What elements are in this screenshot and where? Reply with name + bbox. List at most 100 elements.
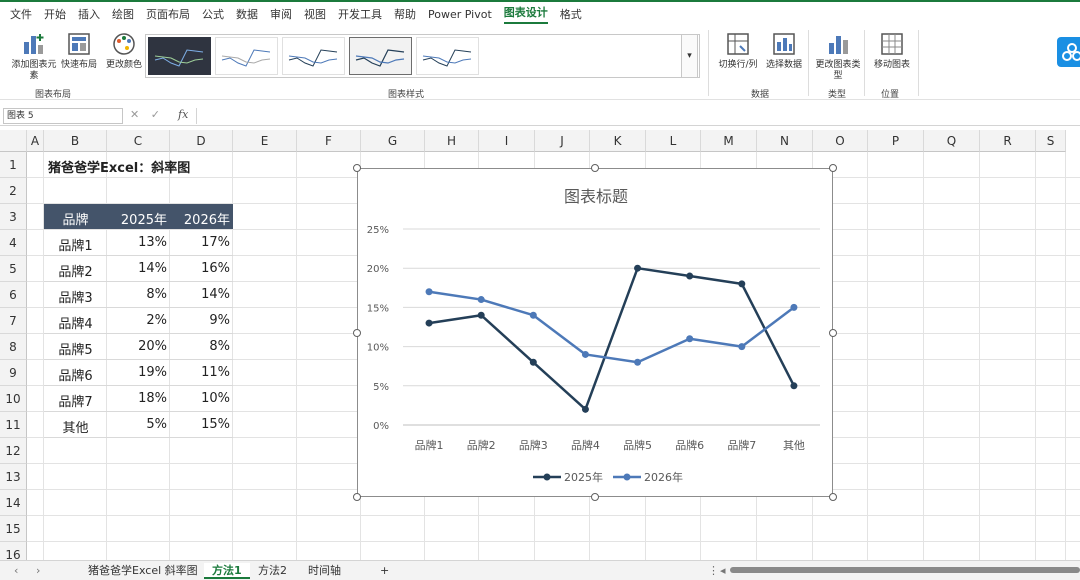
- change-chart-type-button[interactable]: 更改图表类型: [814, 30, 862, 82]
- brand-cell[interactable]: 品牌7: [47, 391, 104, 410]
- brand-cell[interactable]: 品牌5: [47, 339, 104, 358]
- sheet-title-cell[interactable]: 猪爸爸学Excel：斜率图: [48, 157, 295, 176]
- column-header[interactable]: G: [361, 130, 425, 152]
- column-header[interactable]: L: [646, 130, 701, 152]
- row-header[interactable]: 13: [0, 464, 27, 490]
- insert-function-icon[interactable]: fx: [178, 108, 188, 121]
- row-header[interactable]: 6: [0, 282, 27, 308]
- formula-cancel-confirm-icons[interactable]: ✕ ✓: [130, 108, 164, 121]
- select-data-button[interactable]: 选择数据: [760, 30, 808, 71]
- row-header[interactable]: 9: [0, 360, 27, 386]
- row-header[interactable]: 7: [0, 308, 27, 334]
- value-cell[interactable]: 11%: [173, 365, 230, 383]
- row-header[interactable]: 2: [0, 178, 27, 204]
- move-chart-button[interactable]: 移动图表: [868, 30, 916, 71]
- brand-cell[interactable]: 品牌6: [47, 365, 104, 384]
- add-chart-element-button[interactable]: 添加图表元素: [10, 30, 58, 82]
- value-cell[interactable]: 9%: [173, 313, 230, 331]
- column-header[interactable]: P: [868, 130, 924, 152]
- sheet-tab[interactable]: 时间轴: [300, 563, 349, 579]
- menu-item[interactable]: Power Pivot: [428, 8, 492, 21]
- value-cell[interactable]: 5%: [110, 417, 167, 435]
- value-cell[interactable]: 8%: [110, 287, 167, 305]
- column-header[interactable]: N: [757, 130, 813, 152]
- menu-item[interactable]: 视图: [304, 6, 326, 22]
- value-cell[interactable]: 19%: [110, 365, 167, 383]
- chart-style-3[interactable]: [282, 37, 345, 75]
- menu-item[interactable]: 绘图: [112, 6, 134, 22]
- column-header[interactable]: I: [479, 130, 535, 152]
- column-header[interactable]: C: [107, 130, 170, 152]
- add-sheet-button[interactable]: +: [372, 563, 397, 579]
- menu-item[interactable]: 开始: [44, 6, 66, 22]
- sheet-tab[interactable]: 猪爸爸学Excel 斜率图: [80, 563, 206, 579]
- chart-style-4-selected[interactable]: [349, 37, 412, 75]
- column-header[interactable]: R: [980, 130, 1036, 152]
- value-cell[interactable]: 13%: [110, 235, 167, 253]
- table-header-cell[interactable]: 2025年: [110, 209, 167, 228]
- column-header[interactable]: E: [233, 130, 297, 152]
- value-cell[interactable]: 14%: [173, 287, 230, 305]
- row-header[interactable]: 11: [0, 412, 27, 438]
- menu-item[interactable]: 图表设计: [503, 4, 548, 24]
- menu-item[interactable]: 页面布局: [146, 6, 190, 22]
- sheet-tab[interactable]: 方法2: [250, 563, 295, 579]
- column-header[interactable]: O: [813, 130, 868, 152]
- resize-handle[interactable]: [829, 328, 837, 337]
- row-header[interactable]: 12: [0, 438, 27, 464]
- brand-cell[interactable]: 其他: [47, 417, 104, 436]
- menu-item[interactable]: 数据: [236, 6, 258, 22]
- row-header[interactable]: 1: [0, 152, 27, 178]
- brand-cell[interactable]: 品牌1: [47, 235, 104, 254]
- quick-layout-button[interactable]: 快速布局: [55, 30, 103, 71]
- formula-input[interactable]: [196, 108, 1076, 124]
- column-header[interactable]: J: [535, 130, 590, 152]
- menu-item[interactable]: 审阅: [270, 6, 292, 22]
- value-cell[interactable]: 18%: [110, 391, 167, 409]
- chart-style-2[interactable]: [215, 37, 278, 75]
- menu-item[interactable]: 插入: [78, 6, 100, 22]
- switch-row-column-button[interactable]: 切换行/列: [714, 30, 762, 71]
- value-cell[interactable]: 15%: [173, 417, 230, 435]
- name-box[interactable]: 图表 5: [3, 108, 123, 124]
- column-header[interactable]: H: [425, 130, 479, 152]
- row-header[interactable]: 15: [0, 516, 27, 542]
- row-header[interactable]: 4: [0, 230, 27, 256]
- next-sheet-icon[interactable]: ›: [28, 563, 48, 579]
- column-header[interactable]: A: [27, 130, 44, 152]
- menu-item[interactable]: 帮助: [394, 6, 416, 22]
- resize-handle[interactable]: [591, 493, 599, 501]
- row-header[interactable]: 8: [0, 334, 27, 360]
- value-cell[interactable]: 16%: [173, 261, 230, 279]
- gallery-more-button[interactable]: ▾: [681, 34, 698, 78]
- prev-sheet-icon[interactable]: ‹: [6, 563, 26, 579]
- chart-style-1[interactable]: [148, 37, 211, 75]
- brand-cell[interactable]: 品牌2: [47, 261, 104, 280]
- column-header[interactable]: K: [590, 130, 646, 152]
- menu-item[interactable]: 文件: [10, 6, 32, 22]
- value-cell[interactable]: 14%: [110, 261, 167, 279]
- row-header[interactable]: 5: [0, 256, 27, 282]
- column-header[interactable]: S: [1036, 130, 1066, 152]
- resize-handle[interactable]: [591, 164, 599, 172]
- resize-handle[interactable]: [353, 164, 361, 172]
- menu-item[interactable]: 格式: [560, 6, 582, 22]
- menu-item[interactable]: 开发工具: [338, 6, 382, 22]
- line-chart[interactable]: 图表标题 0% 5% 10% 15% 20% 25% 品牌1 品牌2 品牌3 品牌4 品牌5 品牌6 品牌…: [357, 168, 833, 497]
- column-header[interactable]: M: [701, 130, 757, 152]
- side-panel-icon[interactable]: [1057, 37, 1080, 67]
- table-header-cell[interactable]: 品牌: [47, 209, 104, 228]
- value-cell[interactable]: 8%: [173, 339, 230, 357]
- select-all-corner[interactable]: [0, 130, 27, 152]
- resize-handle[interactable]: [353, 328, 361, 337]
- value-cell[interactable]: 20%: [110, 339, 167, 357]
- column-header[interactable]: D: [170, 130, 233, 152]
- brand-cell[interactable]: 品牌3: [47, 287, 104, 306]
- value-cell[interactable]: 2%: [110, 313, 167, 331]
- value-cell[interactable]: 10%: [173, 391, 230, 409]
- row-header[interactable]: 14: [0, 490, 27, 516]
- row-header[interactable]: 3: [0, 204, 27, 230]
- column-header[interactable]: B: [44, 130, 107, 152]
- table-header-cell[interactable]: 2026年: [173, 209, 230, 228]
- row-header[interactable]: 16: [0, 542, 27, 560]
